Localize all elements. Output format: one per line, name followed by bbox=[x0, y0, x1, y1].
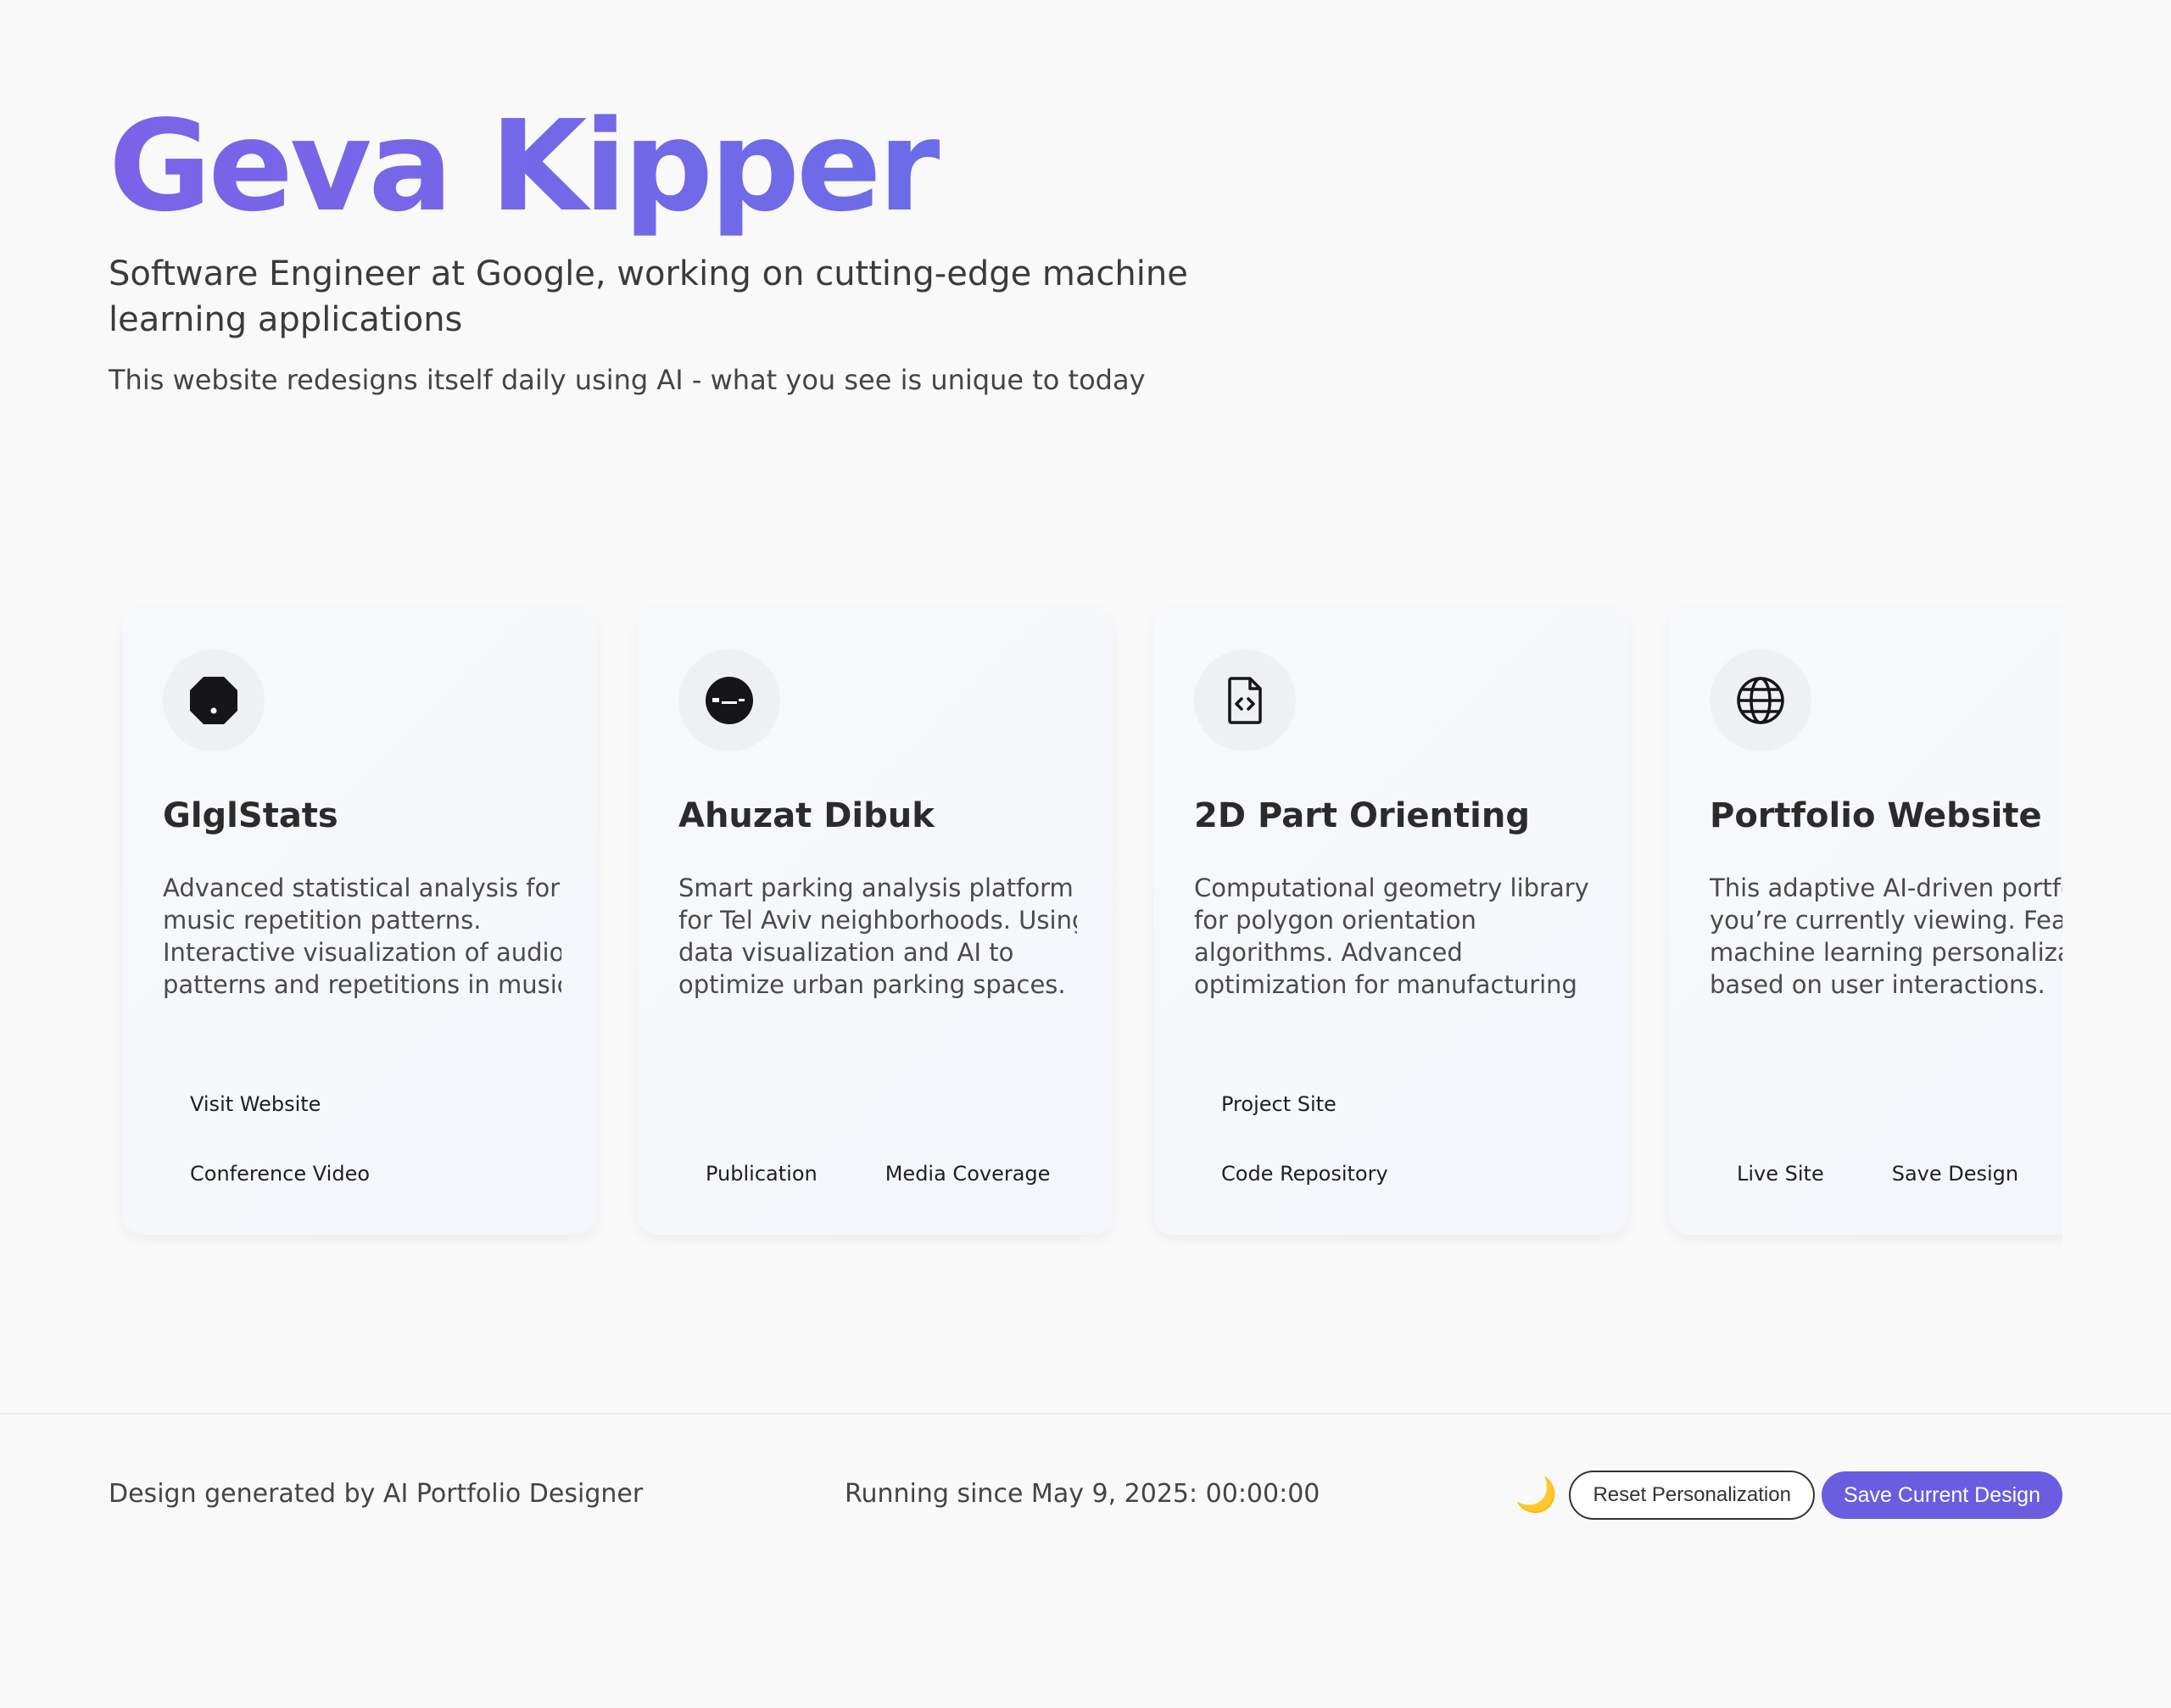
parking-meter-icon bbox=[706, 677, 753, 724]
octagon-dot-icon bbox=[190, 677, 237, 724]
link-row bbox=[678, 1082, 1086, 1152]
description-line: machine learning personalization bbox=[1710, 938, 2062, 967]
hero-note: This website redesigns itself daily usin… bbox=[109, 364, 1146, 396]
portfolio-page: Geva Kipper Software Engineer at Google,… bbox=[0, 0, 2171, 1708]
project-icon-container bbox=[1194, 650, 1296, 751]
description-line: patterns and repetitions in music bbox=[163, 970, 561, 999]
description-line: data visualization and AI to bbox=[678, 938, 1014, 967]
save-current-design-button[interactable]: Save Current Design bbox=[1821, 1471, 2062, 1519]
project-links: Project Site Code Repository bbox=[1194, 1082, 1601, 1221]
project-site-link[interactable]: Project Site bbox=[1194, 1082, 1364, 1126]
projects-track: GlglStats Advanced statistical analysis … bbox=[122, 607, 2062, 1235]
page-title: Geva Kipper bbox=[109, 81, 1381, 251]
project-title: 2D Part Orienting bbox=[1194, 796, 1530, 835]
project-card-glglstats: GlglStats Advanced statistical analysis … bbox=[122, 607, 597, 1235]
description-line: music repetition patterns. bbox=[163, 906, 482, 935]
project-description: This adaptive AI-driven portfolio you’re… bbox=[1710, 872, 2062, 1001]
description-line: based on user interactions. bbox=[1710, 970, 2045, 999]
description-line: optimize urban parking spaces. bbox=[678, 970, 1066, 999]
conference-video-link[interactable]: Conference Video bbox=[163, 1152, 397, 1196]
projects-carousel[interactable]: GlglStats Advanced statistical analysis … bbox=[109, 594, 2062, 1272]
media-coverage-link[interactable]: Media Coverage bbox=[858, 1152, 1078, 1196]
reset-personalization-button[interactable]: Reset Personalization bbox=[1569, 1471, 1815, 1520]
link-row bbox=[1710, 1082, 2062, 1152]
description-line: Computational geometry library bbox=[1194, 874, 1589, 902]
project-card-portfolio-website: Portfolio Website This adaptive AI-drive… bbox=[1669, 607, 2062, 1235]
running-since-timer: Running since May 9, 2025: 00:00:00 bbox=[845, 1479, 1320, 1509]
project-description: Advanced statistical analysis for music … bbox=[163, 872, 561, 1001]
project-card-ahuzat-dibuk: Ahuzat Dibuk Smart parking analysis plat… bbox=[638, 607, 1113, 1235]
description-line: algorithms. Advanced bbox=[1194, 938, 1463, 967]
page-footer: Design generated by AI Portfolio Designe… bbox=[0, 1413, 2171, 1708]
project-links: Live Site Save Design bbox=[1710, 1082, 2062, 1221]
code-file-icon bbox=[1228, 677, 1262, 724]
project-title: Portfolio Website bbox=[1710, 796, 2042, 835]
project-title: GlglStats bbox=[163, 796, 338, 835]
project-links: Visit Website Conference Video bbox=[163, 1082, 570, 1221]
link-row: Conference Video bbox=[163, 1152, 570, 1221]
hero-section: Geva Kipper Software Engineer at Google,… bbox=[109, 81, 1381, 399]
link-row: Code Repository bbox=[1194, 1152, 1601, 1221]
hero-subtitle: Software Engineer at Google, working on … bbox=[109, 254, 1188, 339]
project-icon-container bbox=[678, 650, 780, 751]
code-repository-link[interactable]: Code Repository bbox=[1194, 1152, 1415, 1196]
description-line: for polygon orientation bbox=[1194, 906, 1476, 935]
description-line: for Tel Aviv neighborhoods. Using bbox=[678, 906, 1077, 935]
link-row: Live Site Save Design bbox=[1710, 1152, 2062, 1221]
live-site-link[interactable]: Live Site bbox=[1710, 1152, 1851, 1196]
description-line: Advanced statistical analysis for bbox=[163, 874, 561, 902]
link-row: Project Site bbox=[1194, 1082, 1601, 1152]
project-icon-container bbox=[1710, 650, 1811, 751]
publication-link[interactable]: Publication bbox=[678, 1152, 845, 1196]
globe-icon bbox=[1737, 677, 1784, 724]
link-row: Visit Website bbox=[163, 1082, 570, 1152]
description-line: optimization for manufacturing bbox=[1194, 970, 1577, 999]
project-description: Smart parking analysis platform for Tel … bbox=[678, 872, 1077, 1001]
description-line: Smart parking analysis platform bbox=[678, 874, 1074, 902]
save-design-link[interactable]: Save Design bbox=[1865, 1152, 2045, 1196]
visit-website-link[interactable]: Visit Website bbox=[163, 1082, 348, 1126]
footer-actions: 🌙 Reset Personalization Save Current Des… bbox=[1515, 1471, 2062, 1520]
project-card-2d-part-orienting: 2D Part Orienting Computational geometry… bbox=[1153, 607, 1628, 1235]
project-icon-container bbox=[163, 650, 265, 751]
description-line: This adaptive AI-driven portfolio bbox=[1710, 874, 2062, 902]
link-row: Publication Media Coverage bbox=[678, 1152, 1086, 1221]
moon-icon[interactable]: 🌙 bbox=[1515, 1476, 1558, 1514]
project-title: Ahuzat Dibuk bbox=[678, 796, 935, 835]
project-links: Publication Media Coverage bbox=[678, 1082, 1086, 1221]
description-line: Interactive visualization of audio bbox=[163, 938, 561, 967]
design-credit: Design generated by AI Portfolio Designe… bbox=[109, 1479, 644, 1509]
project-description: Computational geometry library for polyg… bbox=[1194, 872, 1593, 1001]
description-line: you’re currently viewing. Features bbox=[1710, 906, 2062, 935]
